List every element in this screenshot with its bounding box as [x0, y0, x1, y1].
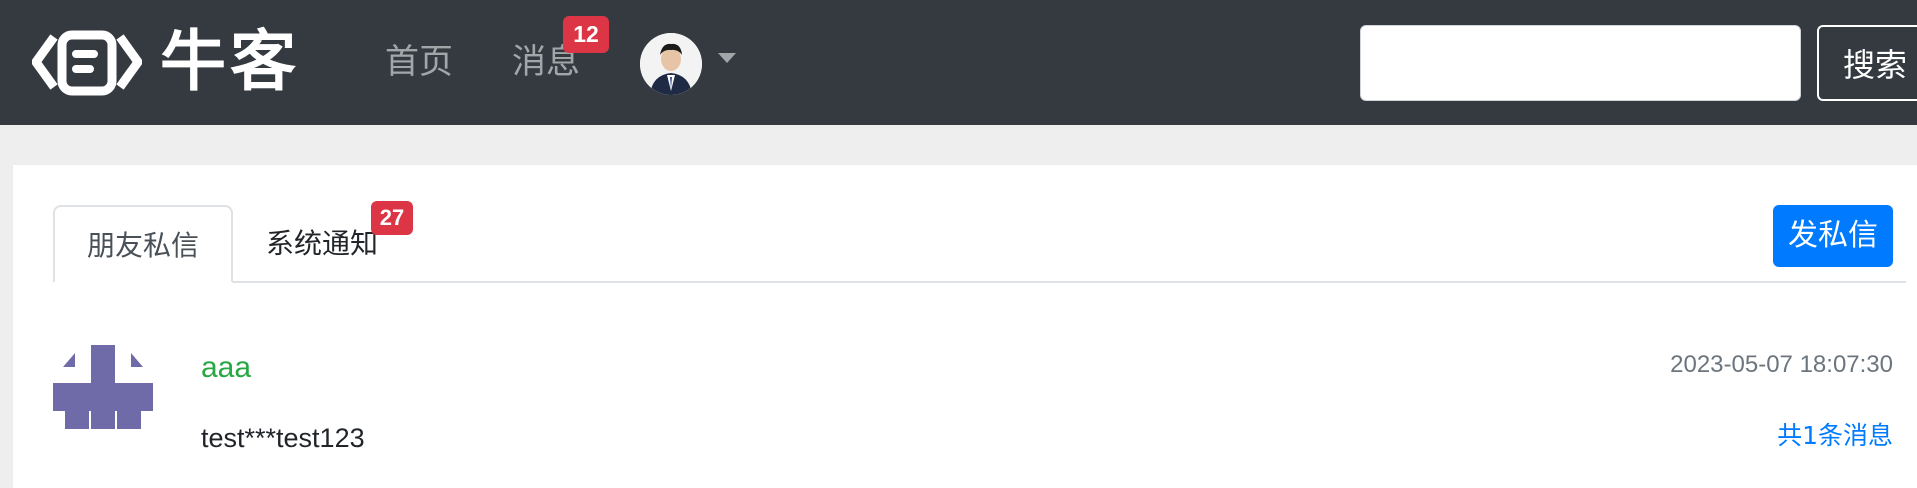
search-button[interactable]: 搜索 [1817, 25, 1917, 101]
nav-home-link[interactable]: 首页 [385, 40, 453, 84]
search-input[interactable] [1360, 25, 1801, 101]
conversation-username[interactable]: aaa [201, 348, 251, 388]
send-message-button[interactable]: 发私信 [1773, 205, 1893, 267]
system-notices-badge: 27 [371, 201, 413, 235]
conversation-time: 2023-05-07 18:07:30 [1670, 351, 1893, 378]
identicon-icon [53, 345, 153, 429]
conversation-preview: test***test123 [201, 423, 365, 453]
messages-panel: 朋友私信 系统通知 27 发私信 aaa 2023-05-07 18:07:30… [13, 165, 1917, 488]
user-avatar-image [640, 33, 702, 95]
user-menu-caret-icon[interactable] [718, 53, 736, 63]
brand-text: 牛客 [160, 23, 300, 100]
brand-logo[interactable]: 牛客 [32, 22, 300, 102]
nowcoder-logo-icon [32, 27, 142, 97]
tab-friend-messages[interactable]: 朋友私信 [53, 205, 233, 283]
conversation-avatar[interactable] [53, 343, 153, 433]
top-navbar: 牛客 首页 消息 12 搜索 [0, 0, 1917, 125]
user-avatar[interactable] [640, 33, 702, 95]
conversation-count-link[interactable]: 共1条消息 [1777, 418, 1893, 454]
messages-unread-badge: 12 [563, 16, 609, 53]
